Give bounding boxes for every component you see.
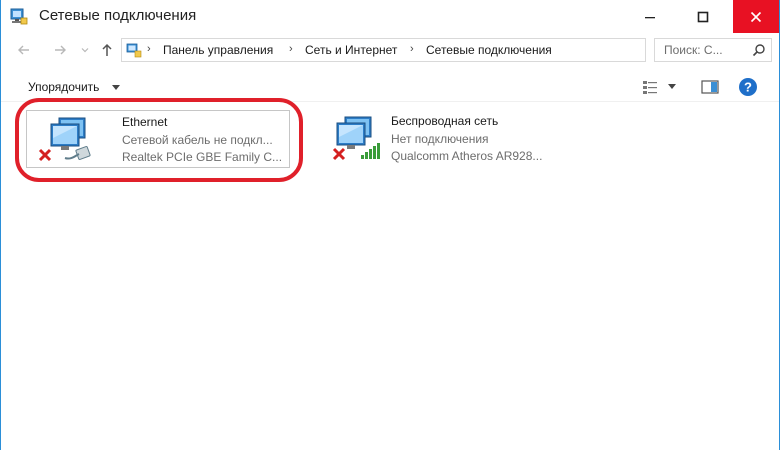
maximize-button[interactable] xyxy=(680,0,726,33)
preview-pane-icon[interactable] xyxy=(701,79,719,95)
arrow-left-icon xyxy=(18,45,29,55)
control-panel-icon xyxy=(126,43,142,58)
close-button[interactable] xyxy=(733,0,779,33)
address-bar[interactable]: › Панель управления › Сеть и Интернет › … xyxy=(121,38,758,62)
close-icon xyxy=(750,11,762,22)
minimize-icon xyxy=(645,16,655,18)
breadcrumb-separator-icon: › xyxy=(147,43,151,55)
view-details-icon[interactable] xyxy=(642,79,658,95)
highlight-annotation xyxy=(15,98,303,182)
help-icon[interactable]: ? xyxy=(738,77,758,97)
svg-text:?: ? xyxy=(744,80,752,95)
connection-item-wireless[interactable]: Беспроводная сеть Нет подключения Qualco… xyxy=(331,110,595,168)
connection-name: Беспроводная сеть xyxy=(391,114,499,128)
arrow-right-icon xyxy=(55,45,66,55)
view-options-dropdown-icon[interactable] xyxy=(667,83,677,91)
arrow-up-icon xyxy=(102,43,112,56)
search-icon[interactable] xyxy=(752,43,766,57)
window-title: Сетевые подключения xyxy=(39,7,197,24)
network-folder-icon xyxy=(10,8,28,25)
breadcrumb-separator-icon: › xyxy=(289,43,293,55)
breadcrumb-network-connections[interactable]: Сетевые подключения xyxy=(426,43,552,57)
breadcrumb-separator-icon: › xyxy=(410,43,414,55)
forward-button[interactable] xyxy=(51,41,69,59)
up-button[interactable] xyxy=(98,41,116,59)
history-dropdown-button[interactable] xyxy=(79,41,91,59)
navigation-bar: › Панель управления › Сеть и Интернет › … xyxy=(1,33,779,67)
maximize-icon xyxy=(697,11,709,22)
organize-dropdown-icon[interactable] xyxy=(112,85,120,90)
chevron-down-icon xyxy=(81,48,89,53)
minimize-button[interactable] xyxy=(627,0,673,33)
breadcrumb-control-panel[interactable]: Панель управления xyxy=(163,43,273,57)
connection-device: Qualcomm Atheros AR928... xyxy=(391,149,543,163)
organize-button[interactable]: Упорядочить xyxy=(28,80,99,94)
wireless-adapter-icon xyxy=(332,116,380,161)
breadcrumb-network-internet[interactable]: Сеть и Интернет xyxy=(305,43,397,57)
network-connections-window: Сетевые подключения › Панель управления … xyxy=(0,0,780,450)
search-box[interactable]: Поиск: С... xyxy=(654,38,772,62)
title-bar[interactable]: Сетевые подключения xyxy=(1,0,779,33)
connection-status: Нет подключения xyxy=(391,132,489,146)
back-button[interactable] xyxy=(15,41,33,59)
search-input[interactable]: Поиск: С... xyxy=(664,43,723,57)
